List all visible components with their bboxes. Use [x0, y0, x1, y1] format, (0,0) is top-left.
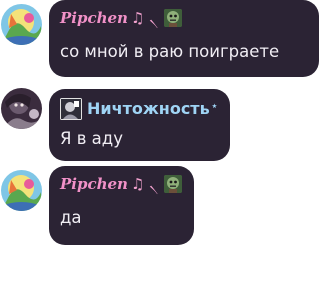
- avatar-nichtozhnost[interactable]: [1, 88, 42, 129]
- message-item: Pipchen ♫ ৲ да: [0, 166, 320, 246]
- author-row: Pipchen ♫ ৲: [60, 9, 183, 27]
- avatar-pipchen[interactable]: [1, 170, 42, 211]
- avatar-image: [1, 88, 42, 129]
- author-row: Ничтожность ⭑: [60, 98, 217, 120]
- avatar-image: [1, 170, 42, 211]
- author-decoration: ♫ ৲: [130, 175, 159, 193]
- message-text: Я в аду: [60, 129, 123, 148]
- chat-screen: Pipchen ♫ ৲ со мной в раю поиграете Ничт…: [0, 0, 320, 297]
- message-item: Ничтожность ⭑ Я в аду: [0, 88, 320, 164]
- message-text: да: [60, 208, 82, 227]
- message-bubble[interactable]: Pipchen ♫ ৲ со мной в раю поиграете: [49, 0, 319, 77]
- message-text: со мной в раю поиграете: [60, 42, 280, 61]
- zombie-emoji-icon: [164, 9, 183, 27]
- author-name[interactable]: Pipchen: [60, 175, 128, 193]
- author-row: Pipchen ♫ ৲: [60, 175, 183, 193]
- message-bubble[interactable]: Ничтожность ⭑ Я в аду: [49, 89, 230, 161]
- message-item: Pipchen ♫ ৲ со мной в раю поиграете: [0, 0, 320, 80]
- user-emblem-icon: [60, 98, 82, 120]
- message-bubble[interactable]: Pipchen ♫ ৲ да: [49, 166, 194, 245]
- author-name[interactable]: Ничтожность: [87, 100, 210, 118]
- avatar-pipchen[interactable]: [1, 4, 42, 45]
- author-name[interactable]: Pipchen: [60, 9, 128, 27]
- zombie-emoji-icon: [164, 175, 183, 193]
- author-decoration: ⭑: [211, 100, 218, 112]
- author-decoration: ♫ ৲: [130, 9, 159, 27]
- avatar-image: [1, 4, 42, 45]
